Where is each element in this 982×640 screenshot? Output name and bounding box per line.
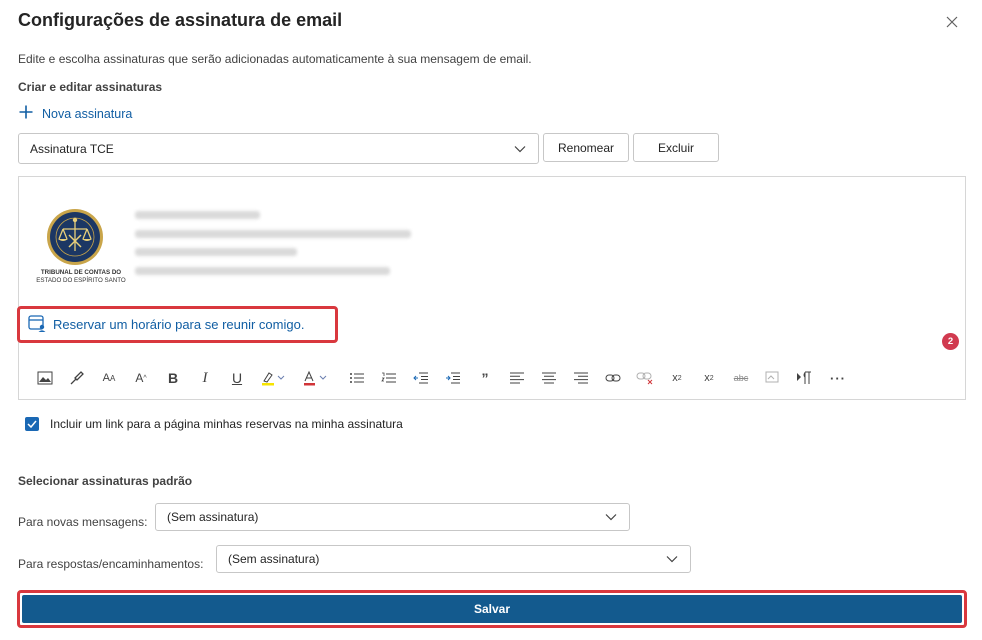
signature-select[interactable]: Assinatura TCE — [18, 133, 539, 164]
new-messages-select-value: (Sem assinatura) — [167, 510, 259, 524]
defaults-section-label: Selecionar assinaturas padrão — [18, 474, 193, 488]
bullets-icon[interactable] — [347, 367, 367, 389]
unlink-icon[interactable] — [635, 367, 655, 389]
new-messages-label: Para novas mensagens: — [18, 515, 148, 529]
signature-editor[interactable]: TRIBUNAL DE CONTAS DO ESTADO DO ESPÍRITO… — [18, 176, 966, 400]
underline-icon[interactable]: U — [227, 367, 247, 389]
save-button[interactable]: Salvar — [22, 595, 962, 623]
italic-icon[interactable]: I — [195, 367, 215, 389]
align-left-icon[interactable] — [507, 367, 527, 389]
chevron-down-icon — [605, 510, 617, 524]
chevron-down-icon — [514, 142, 526, 156]
clear-format-icon[interactable] — [763, 367, 783, 389]
rename-button[interactable]: Renomear — [543, 133, 629, 162]
include-link-label: Incluir um link para a página minhas res… — [50, 417, 403, 431]
link-icon[interactable] — [603, 367, 623, 389]
ltr-icon[interactable] — [795, 367, 815, 389]
booking-link-text: Reservar um horário para se reunir comig… — [53, 317, 305, 332]
increase-font-icon[interactable]: A ^ — [131, 367, 151, 389]
chevron-down-icon — [666, 552, 678, 566]
booking-link[interactable]: Reservar um horário para se reunir comig… — [17, 306, 338, 343]
increase-indent-icon[interactable] — [443, 367, 463, 389]
new-signature-button[interactable]: Nova assinatura — [18, 104, 132, 123]
highlight-icon[interactable] — [259, 367, 291, 389]
new-messages-select[interactable]: (Sem assinatura) — [155, 503, 630, 531]
redacted-contact — [135, 267, 390, 275]
align-right-icon[interactable] — [571, 367, 591, 389]
delete-button[interactable]: Excluir — [633, 133, 719, 162]
numbering-icon[interactable] — [379, 367, 399, 389]
redacted-department — [135, 248, 297, 256]
replies-label: Para respostas/encaminhamentos: — [18, 557, 204, 571]
plus-icon — [18, 104, 34, 123]
redacted-title — [135, 230, 411, 238]
include-link-row[interactable]: Incluir um link para a página minhas res… — [25, 417, 403, 431]
logo-text-line2: ESTADO DO ESPÍRITO SANTO — [36, 277, 126, 284]
save-button-highlight: Salvar — [17, 590, 967, 628]
replies-select[interactable]: (Sem assinatura) — [216, 545, 691, 573]
redacted-name — [135, 211, 260, 219]
quote-icon[interactable]: ” — [475, 367, 495, 389]
create-section-label: Criar e editar assinaturas — [18, 80, 163, 94]
font-size-icon[interactable]: AA — [99, 367, 119, 389]
calendar-person-icon — [27, 313, 47, 336]
superscript-icon[interactable]: x2 — [667, 367, 687, 389]
close-button[interactable] — [942, 14, 962, 34]
checkmark-icon — [27, 420, 37, 428]
format-painter-icon[interactable] — [67, 367, 87, 389]
image-icon[interactable] — [35, 367, 55, 389]
strikethrough-icon[interactable]: abc — [731, 367, 751, 389]
notification-badge: 2 — [942, 333, 959, 350]
dialog-description: Edite e escolha assinaturas que serão ad… — [18, 52, 532, 66]
logo-text-line1: TRIBUNAL DE CONTAS DO — [40, 269, 122, 276]
more-icon[interactable]: ··· — [827, 367, 849, 389]
replies-select-value: (Sem assinatura) — [228, 552, 320, 566]
decrease-indent-icon[interactable] — [411, 367, 431, 389]
bold-icon[interactable]: B — [163, 367, 183, 389]
new-signature-label: Nova assinatura — [42, 106, 133, 121]
dialog-title: Configurações de assinatura de email — [18, 10, 343, 30]
subscript-icon[interactable]: x2 — [699, 367, 719, 389]
close-icon — [946, 15, 958, 33]
align-center-icon[interactable] — [539, 367, 559, 389]
include-link-checkbox[interactable] — [25, 417, 39, 431]
signature-select-value: Assinatura TCE — [30, 141, 114, 156]
tce-logo: TRIBUNAL DE CONTAS DO ESTADO DO ESPÍRITO… — [29, 207, 126, 289]
font-color-icon[interactable] — [301, 367, 333, 389]
